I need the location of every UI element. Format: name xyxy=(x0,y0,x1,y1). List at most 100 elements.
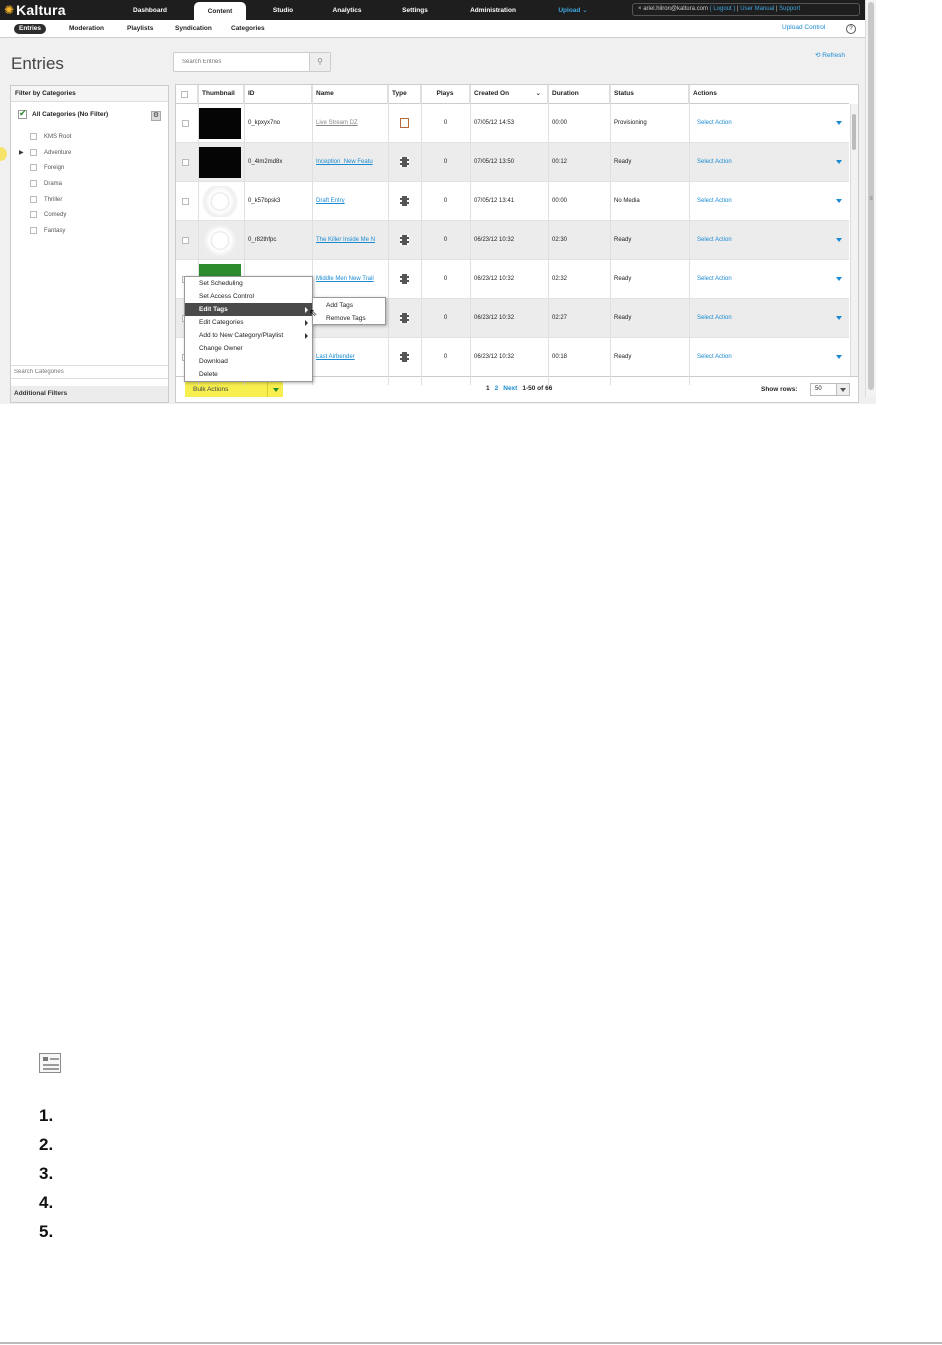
category-comedy[interactable]: Comedy xyxy=(30,211,66,218)
nav-dashboard[interactable]: Dashboard xyxy=(125,0,175,20)
help-icon[interactable]: ? xyxy=(846,24,856,34)
category-foreign[interactable]: Foreign xyxy=(30,164,64,171)
bulk-actions-button[interactable]: Bulk Actions xyxy=(185,382,283,397)
tab-syndication[interactable]: Syndication xyxy=(175,24,212,34)
page-2-link[interactable]: 2 xyxy=(495,385,499,392)
all-categories-checkbox[interactable]: All Categories (No Filter) xyxy=(18,108,108,119)
action-dropdown-arrow-icon[interactable] xyxy=(836,355,842,359)
tab-entries[interactable]: Entries xyxy=(14,24,47,34)
checkbox[interactable] xyxy=(30,227,37,234)
cell-name[interactable]: Live Stream DZ xyxy=(312,104,388,143)
scrollbar-thumb[interactable] xyxy=(852,114,856,150)
menu-item-delete[interactable]: Delete xyxy=(185,368,312,381)
cell-action[interactable]: Select Action xyxy=(693,338,833,377)
table-scrollbar[interactable] xyxy=(850,104,858,385)
action-dropdown-arrow-icon[interactable] xyxy=(836,160,842,164)
close-icon[interactable]: × xyxy=(638,6,642,12)
menu-item-add-to-new-category-playlist[interactable]: Add to New Category/Playlist xyxy=(185,329,312,342)
category-drama[interactable]: Drama xyxy=(30,180,62,187)
gear-icon[interactable]: ⚙ xyxy=(151,111,161,121)
tab-playlists[interactable]: Playlists xyxy=(127,24,153,34)
checkbox[interactable] xyxy=(30,180,37,187)
checkbox[interactable] xyxy=(30,149,37,156)
tab-categories[interactable]: Categories xyxy=(231,24,265,34)
user-manual-link[interactable]: User Manual xyxy=(740,6,774,12)
column-header-id[interactable]: ID xyxy=(244,85,312,104)
category-thriller[interactable]: Thriller xyxy=(30,196,62,203)
category-kms-root[interactable]: KMS Root xyxy=(30,133,71,140)
action-dropdown-arrow-icon[interactable] xyxy=(836,199,842,203)
search-entries-input[interactable] xyxy=(174,53,310,71)
column-header-duration[interactable]: Duration xyxy=(548,85,610,104)
nav-content[interactable]: Content xyxy=(194,2,246,20)
select-all-checkbox[interactable] xyxy=(181,91,188,98)
nav-settings[interactable]: Settings xyxy=(390,0,440,20)
action-dropdown-arrow-icon[interactable] xyxy=(836,316,842,320)
column-header-name[interactable]: Name xyxy=(312,85,388,104)
cell-action[interactable]: Select Action xyxy=(693,221,833,260)
action-dropdown-arrow-icon[interactable] xyxy=(836,277,842,281)
additional-filters-toggle[interactable]: Additional Filters xyxy=(11,386,168,402)
row-checkbox[interactable] xyxy=(182,237,189,244)
panel-toggle-handle[interactable] xyxy=(0,147,7,161)
cell-name[interactable]: Inception_New Featu xyxy=(312,143,388,182)
table-row[interactable]: 0_r82thfpc The Killer Inside Me N 0 06/23/1… xyxy=(176,221,849,260)
checkbox[interactable] xyxy=(30,196,37,203)
menu-item-set-access-control[interactable]: Set Access Control xyxy=(185,290,312,303)
cell-action[interactable]: Select Action xyxy=(693,260,833,299)
table-row[interactable]: 0_k57bpsk3 Draft Entry 0 07/05/12 13:41 00:0… xyxy=(176,182,849,221)
cell-action[interactable]: Select Action xyxy=(693,143,833,182)
table-row[interactable]: 0_4lm2md8x Inception_New Featu 0 07/05/12 1… xyxy=(176,143,849,182)
next-page-link[interactable]: Next xyxy=(503,385,517,392)
row-checkbox[interactable] xyxy=(182,198,189,205)
search-icon[interactable]: ⚲ xyxy=(309,53,330,71)
menu-item-change-owner[interactable]: Change Owner xyxy=(185,342,312,355)
refresh-link[interactable]: ⟲ Refresh xyxy=(815,51,845,59)
tab-moderation[interactable]: Moderation xyxy=(69,24,104,34)
logout-link[interactable]: ( Logout ) xyxy=(710,6,736,12)
search-categories-input[interactable] xyxy=(11,366,168,378)
cell-action[interactable]: Select Action xyxy=(693,182,833,221)
column-header-created-on[interactable]: Created On ⌄ xyxy=(470,85,548,104)
nav-analytics[interactable]: Analytics xyxy=(322,0,372,20)
page-scrollbar[interactable]: ≡ xyxy=(865,0,876,397)
cell-name[interactable]: Draft Entry xyxy=(312,182,388,221)
column-header-thumbnail[interactable]: Thumbnail xyxy=(198,85,244,104)
menu-item-edit-tags[interactable]: Edit Tags xyxy=(185,303,312,316)
checkbox[interactable] xyxy=(30,164,37,171)
entry-thumbnail[interactable] xyxy=(199,108,241,139)
menu-item-remove-tags[interactable]: Remove Tags xyxy=(313,312,385,325)
action-dropdown-arrow-icon[interactable] xyxy=(836,238,842,242)
table-row[interactable]: 0_kpxyx7no Live Stream DZ 0 07/05/12 14:53 0… xyxy=(176,104,849,143)
nav-administration[interactable]: Administration xyxy=(458,0,528,20)
nav-studio[interactable]: Studio xyxy=(263,0,303,20)
row-checkbox[interactable] xyxy=(182,120,189,127)
entry-thumbnail[interactable] xyxy=(199,225,241,256)
expand-arrow-icon[interactable]: ▶ xyxy=(19,149,24,156)
column-header-plays[interactable]: Plays xyxy=(421,85,470,104)
cell-name[interactable]: Middle Men New Trail xyxy=(312,260,388,299)
show-rows-select[interactable]: 50 xyxy=(810,383,850,396)
checkbox[interactable] xyxy=(30,133,37,140)
upload-control-link[interactable]: Upload Control xyxy=(782,24,825,31)
row-checkbox[interactable] xyxy=(182,159,189,166)
nav-upload[interactable]: Upload ⌄ xyxy=(549,0,597,20)
support-link[interactable]: Support xyxy=(779,6,800,12)
entry-thumbnail[interactable] xyxy=(199,147,241,178)
checkbox[interactable] xyxy=(30,211,37,218)
category-fantasy[interactable]: Fantasy xyxy=(30,227,65,234)
entry-thumbnail[interactable] xyxy=(199,186,241,217)
cell-action[interactable]: Select Action xyxy=(693,299,833,338)
cell-action[interactable]: Select Action xyxy=(693,104,833,143)
menu-item-add-tags[interactable]: Add Tags xyxy=(313,299,385,312)
category-adventure[interactable]: Adventure xyxy=(30,149,71,156)
kaltura-logo[interactable]: ✺ Kaltura xyxy=(4,2,66,18)
action-dropdown-arrow-icon[interactable] xyxy=(836,121,842,125)
menu-item-set-scheduling[interactable]: Set Scheduling xyxy=(185,277,312,290)
dropdown-arrow-icon[interactable] xyxy=(267,382,283,397)
column-header-type[interactable]: Type xyxy=(388,85,421,104)
menu-item-download[interactable]: Download xyxy=(185,355,312,368)
column-header-status[interactable]: Status xyxy=(610,85,689,104)
menu-item-edit-categories[interactable]: Edit Categories xyxy=(185,316,312,329)
cell-name[interactable]: The Killer Inside Me N xyxy=(312,221,388,260)
